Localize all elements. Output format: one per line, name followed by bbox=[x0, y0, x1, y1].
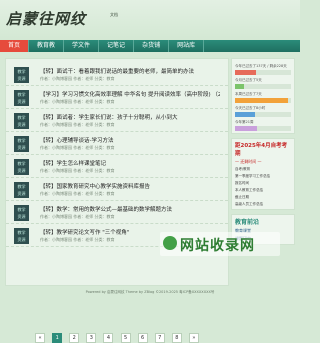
progress-fill bbox=[235, 126, 258, 131]
article-title[interactable]: 【转】面试者：学生家长们说：孩子十分聪明，从小到大 bbox=[40, 113, 220, 121]
progress-bar bbox=[235, 84, 291, 89]
article-title[interactable]: 【转】心理辅导谈话-学习方法 bbox=[40, 136, 220, 144]
nav-item-notes[interactable]: 记笔记 bbox=[99, 40, 135, 52]
progress-fill bbox=[235, 70, 256, 75]
countdown-item[interactable]: 第一季度学习工作总结 bbox=[235, 174, 291, 179]
article-thumbnail[interactable]: 教学 资源 bbox=[14, 113, 29, 129]
nav-item-education[interactable]: 教育教 bbox=[29, 40, 65, 52]
progress-label: 今月已过去了5天 bbox=[235, 78, 262, 82]
countdown-subtitle: — 还剩时间 — bbox=[235, 159, 262, 164]
site-header: 启蒙往网纹 文档 bbox=[0, 0, 300, 40]
pager-page-3[interactable]: 3 bbox=[86, 333, 97, 343]
footer-text: Powered by 启蒙往网纹 Theme by ZBlog ©2019-20… bbox=[85, 290, 215, 294]
countdown-item[interactable]: 高级人员工作总结 bbox=[235, 202, 291, 207]
article-meta: 作者：小陶博客园 作者：老师 分类：教育 bbox=[40, 168, 115, 173]
article-row[interactable]: 教学 资源 【转】面试者：学生家长们说：孩子十分聪明，从小到大 作者：小陶博客园 作… bbox=[6, 109, 228, 132]
tags-title: 教育前沿 bbox=[235, 219, 260, 226]
article-meta: 作者：小陶博客园 作者：老师 分类：教育 bbox=[40, 191, 115, 196]
time-progress-widget: 今年已过去了137天 / 剩余228天 今月已过去了5天 本周已过去了7天 今天已过去… bbox=[231, 58, 295, 134]
pager-page-6[interactable]: 6 bbox=[137, 333, 148, 343]
article-title[interactable]: 【转】面试干：看着跟我们说话的最重要的老师，最简单的办法 bbox=[40, 67, 220, 75]
article-title[interactable]: 【转】学生怎么样课堂笔记 bbox=[40, 159, 220, 167]
logo-subtitle: 文档 bbox=[110, 12, 118, 17]
article-row[interactable]: 教学 资源 【转】学生怎么样课堂笔记 作者：小陶博客园 作者：老师 分类：教育 bbox=[6, 155, 228, 178]
pager-page-8[interactable]: 8 bbox=[171, 333, 182, 343]
main-nav: 首页 教育教 学文件 记笔记 杂货铺 网站库 bbox=[0, 40, 300, 52]
progress-bar bbox=[235, 70, 291, 75]
progress-fill bbox=[235, 112, 255, 117]
nav-item-home[interactable]: 首页 bbox=[0, 40, 30, 52]
progress-fill bbox=[235, 98, 289, 103]
article-thumbnail[interactable]: 教学 资源 bbox=[14, 182, 29, 198]
article-meta: 作者：小陶博客园 作者：老师 分类：教育 bbox=[40, 237, 115, 242]
countdown-title: 距2025年4月自考考期 bbox=[235, 143, 288, 157]
article-row[interactable]: 教学 资源 【转】心理辅导谈话-学习方法 作者：小陶博客园 作者：老师 分类：教育 bbox=[6, 132, 228, 155]
article-row[interactable]: 教学 资源 【学习】学习习惯文化高效率理解 中华名句 提升阅读效率（高中阶段) （… bbox=[6, 86, 228, 109]
watermark-text: 网站收录网 bbox=[180, 238, 255, 254]
pager-next[interactable]: » bbox=[188, 333, 199, 343]
article-title[interactable]: 【转】数学：常用的数学公式—最基础的数学解题方法 bbox=[40, 205, 220, 213]
article-thumbnail[interactable]: 教学 资源 bbox=[14, 67, 29, 83]
article-list: 教学 资源 【转】面试干：看着跟我们说话的最重要的老师，最简单的办法 作者：小陶博客… bbox=[6, 63, 228, 247]
watermark-logo-icon bbox=[163, 236, 177, 250]
pager-page-5[interactable]: 5 bbox=[120, 333, 131, 343]
progress-label: 今年第21周 bbox=[235, 120, 254, 124]
progress-bar bbox=[235, 112, 291, 117]
article-thumbnail[interactable]: 教学 资源 bbox=[14, 136, 29, 152]
pager-page-7[interactable]: 7 bbox=[154, 333, 165, 343]
countdown-item[interactable]: 截止日期 bbox=[235, 195, 291, 200]
watermark-overlay: 网站收录网 bbox=[160, 232, 280, 256]
article-row[interactable]: 教学 资源 【转】面试干：看着跟我们说话的最重要的老师，最简单的办法 作者：小陶博客… bbox=[6, 63, 228, 86]
article-thumbnail[interactable]: 教学 资源 bbox=[14, 205, 29, 221]
article-title[interactable]: 【学习】学习习惯文化高效率理解 中华名句 提升阅读效率（高中阶段) （2024—… bbox=[40, 90, 220, 98]
article-thumbnail[interactable]: 教学 资源 bbox=[14, 90, 29, 106]
nav-item-documents[interactable]: 学文件 bbox=[64, 40, 100, 52]
article-thumbnail[interactable]: 教学 资源 bbox=[14, 228, 29, 244]
article-title[interactable]: 【转】国家教育研究中心教学实施资料库报告 bbox=[40, 182, 220, 190]
pager-page-2[interactable]: 2 bbox=[69, 333, 80, 343]
countdown-item[interactable]: 本人教育工作总结 bbox=[235, 188, 291, 193]
pager-page-1[interactable]: 1 bbox=[52, 333, 63, 343]
countdown-item[interactable]: 报名时间 bbox=[235, 181, 291, 186]
article-meta: 作者：小陶博客园 作者：老师 分类：教育 bbox=[40, 76, 115, 81]
progress-label: 今年已过去了137天 / 剩余228天 bbox=[235, 64, 287, 68]
progress-fill bbox=[235, 84, 244, 89]
nav-item-misc[interactable]: 杂货铺 bbox=[134, 40, 170, 52]
article-thumbnail[interactable]: 教学 资源 bbox=[14, 159, 29, 175]
pager-prev[interactable]: « bbox=[35, 333, 46, 343]
exam-countdown-widget: 距2025年4月自考考期 — 还剩时间 — 自考/教育 第一季度学习工作总结 报… bbox=[231, 138, 295, 210]
article-row[interactable]: 教学 资源 【转】数学：常用的数学公式—最基础的数学解题方法 作者：小陶博客园 作者… bbox=[6, 201, 228, 224]
progress-label: 本周已过去了7天 bbox=[235, 92, 262, 96]
article-row[interactable]: 教学 资源 【转】国家教育研究中心教学实施资料库报告 作者：小陶博客园 作者：老师 … bbox=[6, 178, 228, 201]
progress-label: 今天已过去了8小时 bbox=[235, 106, 266, 110]
progress-bar bbox=[235, 126, 291, 131]
site-logo[interactable]: 启蒙往网纹 bbox=[6, 8, 86, 29]
countdown-item[interactable]: 自考/教育 bbox=[235, 167, 291, 172]
pager-page-4[interactable]: 4 bbox=[103, 333, 114, 343]
article-meta: 作者：小陶博客园 作者：老师 分类：教育 bbox=[40, 122, 115, 127]
nav-item-sites[interactable]: 网站库 bbox=[169, 40, 205, 52]
article-meta: 作者：小陶博客园 作者：老师 分类：教育 bbox=[40, 99, 115, 104]
progress-bar bbox=[235, 98, 291, 103]
article-meta: 作者：小陶博客园 作者：老师 分类：教育 bbox=[40, 145, 115, 150]
pagination: « 1 2 3 4 5 6 7 8 » bbox=[6, 324, 228, 343]
article-meta: 作者：小陶博客园 作者：老师 分类：教育 bbox=[40, 214, 115, 219]
